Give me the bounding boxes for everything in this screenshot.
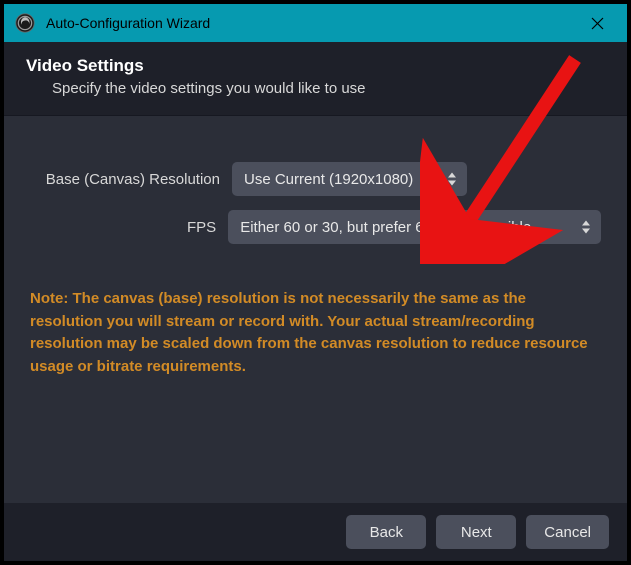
fps-label: FPS [30, 219, 228, 236]
cancel-button[interactable]: Cancel [526, 515, 609, 549]
wizard-content: Base (Canvas) Resolution Use Current (19… [4, 116, 627, 503]
app-icon [14, 12, 36, 34]
updown-spinner-icon [579, 218, 593, 236]
window-title: Auto-Configuration Wizard [46, 15, 575, 31]
canvas-resolution-row: Base (Canvas) Resolution Use Current (19… [30, 162, 601, 196]
wizard-footer: Back Next Cancel [4, 503, 627, 561]
canvas-resolution-label: Base (Canvas) Resolution [30, 171, 232, 188]
back-button[interactable]: Back [346, 515, 426, 549]
page-title: Video Settings [26, 56, 605, 76]
canvas-resolution-select[interactable]: Use Current (1920x1080) [232, 162, 467, 196]
fps-select[interactable]: Either 60 or 30, but prefer 60 when poss… [228, 210, 601, 244]
next-button[interactable]: Next [436, 515, 516, 549]
note-text: Note: The canvas (base) resolution is no… [30, 288, 601, 378]
close-icon [591, 17, 604, 30]
wizard-header: Video Settings Specify the video setting… [4, 42, 627, 116]
page-subtitle: Specify the video settings you would lik… [26, 80, 605, 97]
titlebar[interactable]: Auto-Configuration Wizard [4, 4, 627, 42]
close-button[interactable] [575, 7, 619, 39]
updown-spinner-icon [445, 170, 459, 188]
canvas-resolution-value: Use Current (1920x1080) [244, 171, 439, 188]
wizard-window: Auto-Configuration Wizard Video Settings… [3, 3, 628, 562]
fps-value: Either 60 or 30, but prefer 60 when poss… [240, 219, 573, 236]
fps-row: FPS Either 60 or 30, but prefer 60 when … [30, 210, 601, 244]
